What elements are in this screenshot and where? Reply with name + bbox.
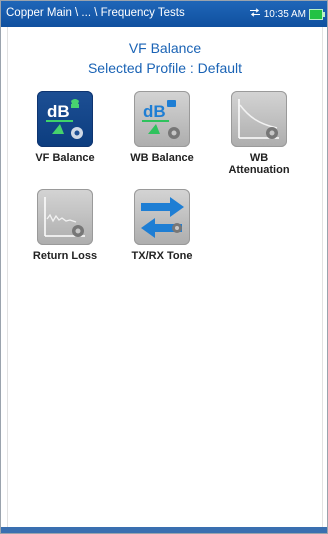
status-area: 10:35 AM [249,6,325,22]
battery-icon [309,8,325,20]
tile-tx-rx-tone[interactable]: TX/RX Tone [120,189,204,262]
tile-wb-balance[interactable]: dB WB Balance [120,91,204,164]
tile-return-loss[interactable]: Return Loss [23,189,107,262]
tile-label: TX/RX Tone [131,250,193,262]
tile-label: WB Balance [130,152,194,164]
tile-label: Return Loss [32,250,98,262]
breadcrumb[interactable]: Copper Main \ ... \ Frequency Tests [6,7,185,19]
tile-wb-attenuation[interactable]: WB Attenuation [217,91,301,176]
return-loss-icon [37,189,93,245]
tile-label: VF Balance [35,152,95,164]
wb-attenuation-icon [231,91,287,147]
tile-vf-balance[interactable]: dB VF Balance [23,91,107,164]
bottom-bar [1,527,327,533]
selected-profile: Selected Profile : Default [87,60,243,76]
tile-label: WB Attenuation [228,152,290,176]
page-title: VF Balance [128,40,202,56]
connection-arrows-icon [249,8,261,20]
main-content: VF Balance Selected Profile : Default dB… [7,27,323,533]
title-bar: Copper Main \ ... \ Frequency Tests 10:3… [1,1,327,27]
device-frame: Copper Main \ ... \ Frequency Tests 10:3… [0,0,328,534]
clock: 10:35 AM [263,8,306,20]
svg-text:dB: dB [47,102,70,121]
wb-balance-icon: dB [134,91,190,147]
vf-balance-icon: dB [37,91,93,147]
tx-rx-tone-icon [134,189,190,245]
svg-text:dB: dB [143,102,166,121]
